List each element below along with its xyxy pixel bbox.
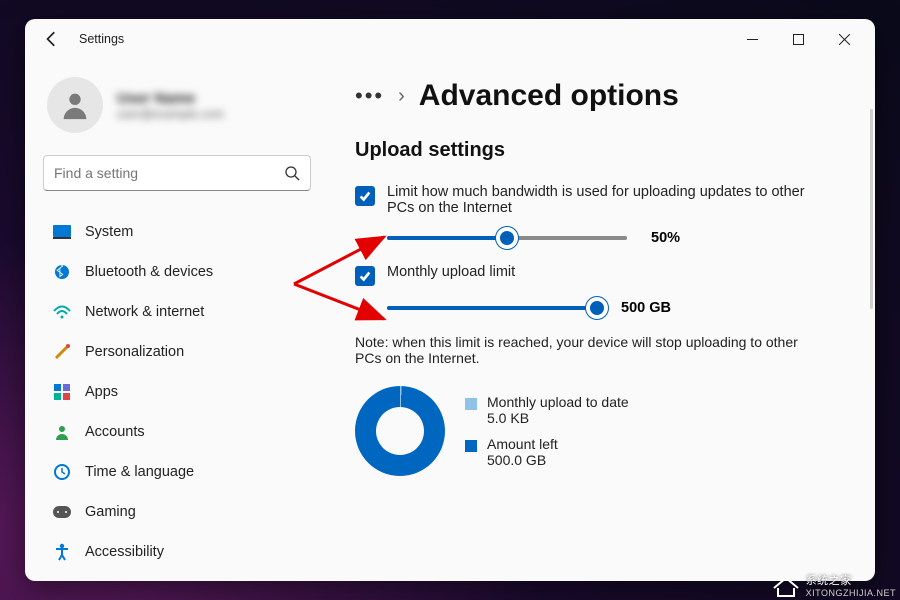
search-box[interactable] [43,155,311,191]
sidebar-item-label: Accessibility [85,544,164,560]
nav-list: System Bluetooth & devices Network & inter… [43,213,311,571]
apps-icon [53,383,71,401]
close-icon [839,34,850,45]
window-controls [729,19,867,59]
sidebar: User Name user@example.com System Bluetoo… [25,59,325,581]
slider-fill [387,306,597,310]
sidebar-item-system[interactable]: System [43,213,311,251]
sidebar-item-label: Personalization [85,344,184,360]
sidebar-item-personalization[interactable]: Personalization [43,333,311,371]
sidebar-item-label: System [85,224,133,240]
back-arrow-icon [43,30,61,48]
sidebar-item-label: Accounts [85,424,145,440]
sidebar-item-gaming[interactable]: Gaming [43,493,311,531]
personalization-icon [53,343,71,361]
legend-left-value: 500.0 GB [487,452,558,468]
page-title: Advanced options [419,79,679,113]
search-icon [284,165,300,181]
person-icon [58,88,92,122]
bluetooth-icon [53,263,71,281]
bandwidth-limit-label: Limit how much bandwidth is used for upl… [387,184,827,216]
breadcrumb-more-icon[interactable]: ••• [355,83,384,109]
scrollbar[interactable] [870,109,873,309]
bandwidth-slider[interactable] [387,236,627,240]
legend-uploaded-value: 5.0 KB [487,410,629,426]
bandwidth-value: 50% [651,230,711,246]
profile-text: User Name user@example.com [117,90,224,121]
donut-hole [376,407,424,455]
watermark-url: XITONGZHIJIA.NET [806,588,896,598]
sidebar-item-time[interactable]: Time & language [43,453,311,491]
content-area: User Name user@example.com System Bluetoo… [25,59,875,581]
section-title: Upload settings [355,139,855,162]
legend-uploaded-label: Monthly upload to date [487,394,629,410]
monthly-limit-checkbox[interactable] [355,266,375,286]
avatar [47,77,103,133]
sidebar-item-label: Gaming [85,504,136,520]
system-icon [53,223,71,241]
watermark-text: 系统之家 [806,572,896,588]
back-button[interactable] [43,30,61,48]
limit-note: Note: when this limit is reached, your d… [355,334,825,366]
monthly-slider[interactable] [387,306,597,310]
monthly-slider-wrap: 500 GB [387,300,855,316]
sidebar-item-bluetooth[interactable]: Bluetooth & devices [43,253,311,291]
legend-uploaded: Monthly upload to date 5.0 KB [465,394,629,426]
sidebar-item-apps[interactable]: Apps [43,373,311,411]
main-panel: ••• › Advanced options Upload settings L… [325,59,875,581]
profile-sub: user@example.com [117,107,224,121]
legend-swatch [465,398,477,410]
slider-fill [387,236,507,240]
minimize-button[interactable] [729,19,775,59]
titlebar: Settings [25,19,875,59]
sidebar-item-label: Apps [85,384,118,400]
sidebar-item-label: Bluetooth & devices [85,264,213,280]
profile-block[interactable]: User Name user@example.com [43,67,311,151]
network-icon [53,303,71,321]
usage-donut-chart [355,386,445,476]
usage-chart-row: Monthly upload to date 5.0 KB Amount lef… [355,386,855,476]
sidebar-item-accessibility[interactable]: Accessibility [43,533,311,571]
slider-thumb[interactable] [496,227,518,249]
monthly-limit-label: Monthly upload limit [387,264,515,286]
checkmark-icon [358,269,372,283]
time-icon [53,463,71,481]
accessibility-icon [53,543,71,561]
legend-left: Amount left 500.0 GB [465,436,629,468]
maximize-icon [793,34,804,45]
bandwidth-limit-checkbox[interactable] [355,186,375,206]
breadcrumb: ••• › Advanced options [355,79,855,113]
slider-thumb[interactable] [586,297,608,319]
settings-window: Settings User Name user@example.com [25,19,875,581]
monthly-limit-row: Monthly upload limit [355,264,855,286]
sidebar-item-label: Time & language [85,464,194,480]
sidebar-item-accounts[interactable]: Accounts [43,413,311,451]
legend-left-label: Amount left [487,436,558,452]
window-title: Settings [79,32,124,46]
watermark: 系统之家 XITONGZHIJIA.NET [772,572,896,598]
sidebar-item-label: Network & internet [85,304,204,320]
checkmark-icon [358,189,372,203]
profile-name: User Name [117,90,224,107]
close-button[interactable] [821,19,867,59]
bandwidth-limit-row: Limit how much bandwidth is used for upl… [355,184,855,216]
chart-legend: Monthly upload to date 5.0 KB Amount lef… [465,394,629,468]
gaming-icon [53,503,71,521]
legend-swatch [465,440,477,452]
bandwidth-slider-wrap: 50% [387,230,855,246]
search-input[interactable] [54,165,284,181]
sidebar-item-network[interactable]: Network & internet [43,293,311,331]
maximize-button[interactable] [775,19,821,59]
monthly-value: 500 GB [621,300,681,316]
minimize-icon [747,34,758,45]
accounts-icon [53,423,71,441]
chevron-right-icon: › [398,85,405,108]
watermark-logo-icon [772,574,800,598]
